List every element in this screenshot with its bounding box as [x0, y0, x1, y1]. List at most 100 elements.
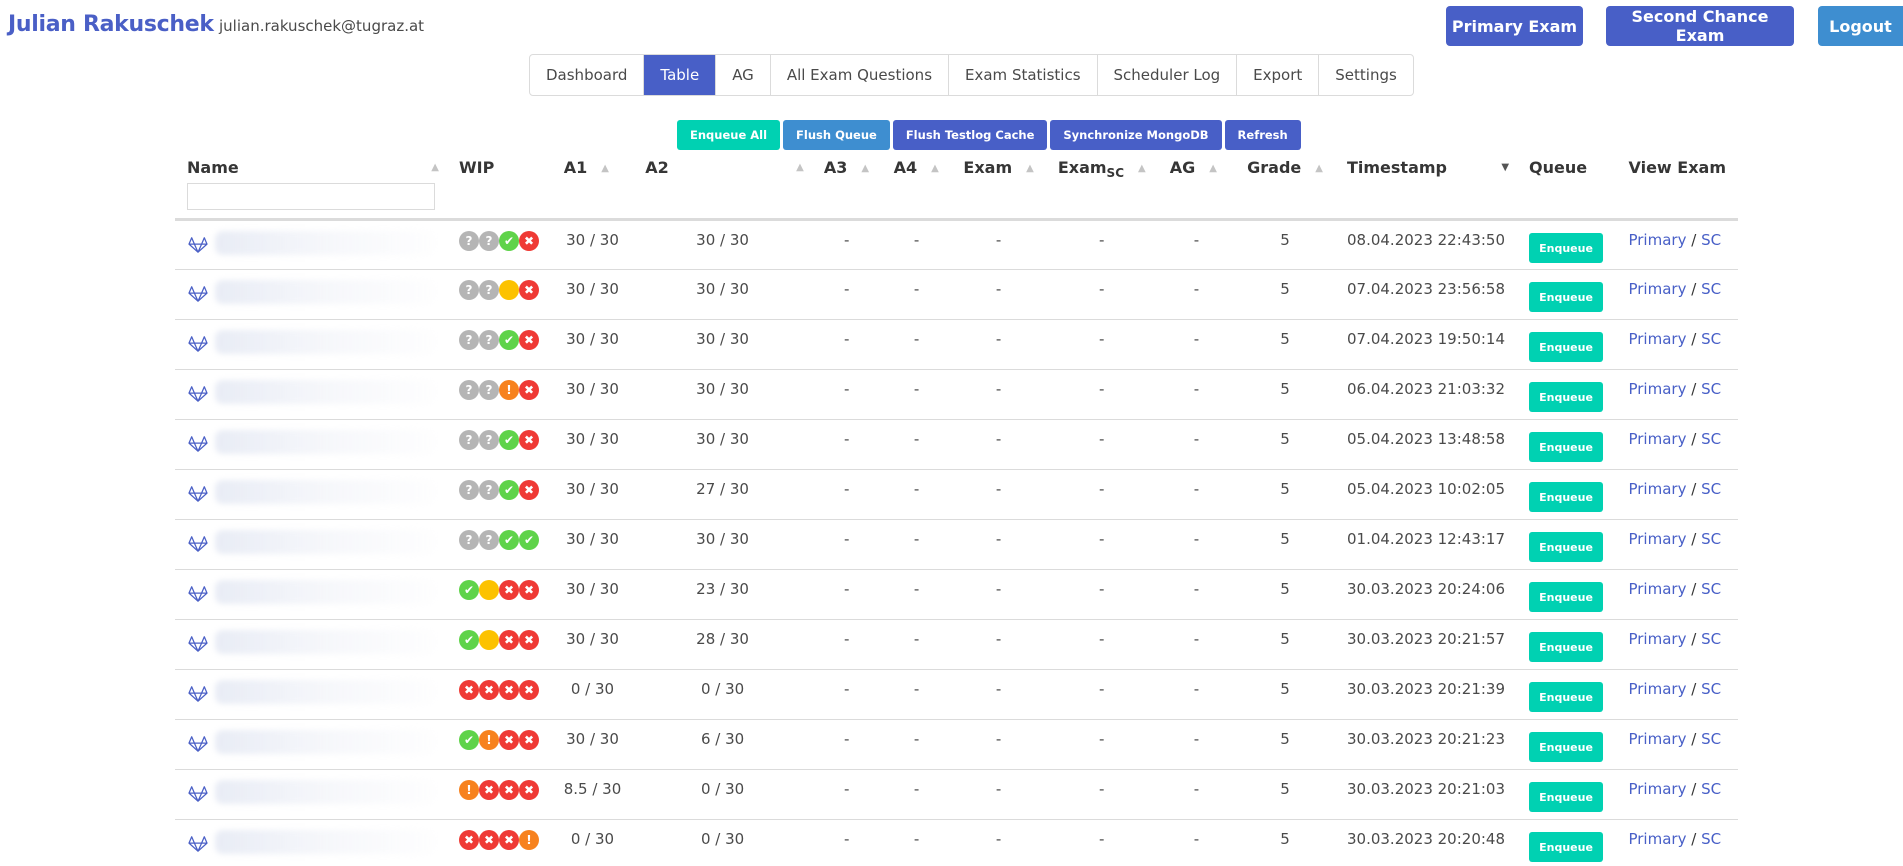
- enqueue-button[interactable]: Enqueue: [1529, 532, 1604, 562]
- view-sc-link[interactable]: SC: [1701, 780, 1721, 798]
- primary-exam-button[interactable]: Primary Exam: [1446, 6, 1583, 46]
- name-filter-input[interactable]: [187, 183, 435, 210]
- sort-asc-icon[interactable]: ▲: [601, 163, 609, 174]
- sort-asc-icon[interactable]: ▲: [796, 162, 804, 173]
- view-primary-link[interactable]: Primary: [1628, 780, 1686, 798]
- refresh-button[interactable]: Refresh: [1224, 120, 1301, 150]
- enqueue-button[interactable]: Enqueue: [1529, 732, 1604, 762]
- view-sc-link[interactable]: SC: [1701, 380, 1721, 398]
- sort-asc-icon[interactable]: ▲: [1209, 163, 1217, 174]
- sort-asc-icon[interactable]: ▲: [1026, 163, 1034, 174]
- enqueue-button[interactable]: Enqueue: [1529, 233, 1604, 263]
- column-header-a3[interactable]: A3 ▲: [811, 148, 882, 221]
- enqueue-button[interactable]: Enqueue: [1529, 832, 1604, 862]
- view-primary-link[interactable]: Primary: [1628, 680, 1686, 698]
- enqueue-button[interactable]: Enqueue: [1529, 282, 1604, 312]
- view-primary-link[interactable]: Primary: [1628, 530, 1686, 548]
- view-exam-cell: Primary / SC: [1616, 669, 1738, 720]
- tab-export[interactable]: Export: [1237, 55, 1320, 95]
- gitlab-icon[interactable]: [187, 535, 209, 553]
- column-header-exam-sc[interactable]: ExamSC ▲: [1045, 148, 1158, 221]
- table-row: ✖ ✖ ✖ ✖ 0 / 30 0 / 30- - - - -5 30.03.2023 20:21:3…: [175, 669, 1738, 720]
- view-primary-link[interactable]: Primary: [1628, 330, 1686, 348]
- view-primary-link[interactable]: Primary: [1628, 830, 1686, 848]
- view-primary-link[interactable]: Primary: [1628, 480, 1686, 498]
- a3-cell: -: [811, 719, 882, 770]
- gitlab-icon[interactable]: [187, 835, 209, 853]
- gitlab-icon[interactable]: [187, 285, 209, 303]
- view-sc-link[interactable]: SC: [1701, 630, 1721, 648]
- view-primary-link[interactable]: Primary: [1628, 380, 1686, 398]
- enqueue-button[interactable]: Enqueue: [1529, 332, 1604, 362]
- column-header-a2[interactable]: A2 ▲: [633, 148, 812, 221]
- view-sc-link[interactable]: SC: [1701, 231, 1721, 249]
- column-header-exam[interactable]: Exam ▲: [951, 148, 1046, 221]
- wip-status-warn-icon: !: [519, 830, 539, 850]
- view-sc-link[interactable]: SC: [1701, 580, 1721, 598]
- column-header-name[interactable]: Name ▲: [175, 148, 447, 221]
- sort-desc-icon[interactable]: ▼: [1501, 162, 1509, 173]
- enqueue-button[interactable]: Enqueue: [1529, 782, 1604, 812]
- flush-testlog-cache-button[interactable]: Flush Testlog Cache: [892, 120, 1048, 150]
- timestamp-cell: 08.04.2023 22:43:50: [1334, 219, 1518, 270]
- gitlab-icon[interactable]: [187, 735, 209, 753]
- tab-all-exam-questions[interactable]: All Exam Questions: [771, 55, 950, 95]
- enqueue-all-button[interactable]: Enqueue All: [677, 120, 781, 150]
- gitlab-icon[interactable]: [187, 335, 209, 353]
- enqueue-button[interactable]: Enqueue: [1529, 582, 1604, 612]
- logout-button[interactable]: Logout: [1818, 6, 1903, 46]
- column-header-timestamp[interactable]: Timestamp ▼: [1334, 148, 1518, 221]
- view-sc-link[interactable]: SC: [1701, 680, 1721, 698]
- tab-ag[interactable]: AG: [716, 55, 771, 95]
- view-sc-link[interactable]: SC: [1701, 280, 1721, 298]
- view-sc-link[interactable]: SC: [1701, 530, 1721, 548]
- view-primary-link[interactable]: Primary: [1628, 630, 1686, 648]
- gitlab-icon[interactable]: [187, 485, 209, 503]
- a2-cell: 0 / 30: [633, 769, 812, 820]
- column-header-ag[interactable]: AG ▲: [1157, 148, 1236, 221]
- view-sc-link[interactable]: SC: [1701, 830, 1721, 848]
- view-primary-link[interactable]: Primary: [1628, 231, 1686, 249]
- view-sc-link[interactable]: SC: [1701, 330, 1721, 348]
- sort-asc-icon[interactable]: ▲: [431, 162, 439, 173]
- gitlab-icon[interactable]: [187, 385, 209, 403]
- view-primary-link[interactable]: Primary: [1628, 430, 1686, 448]
- column-header-a4[interactable]: A4 ▲: [881, 148, 952, 221]
- view-sc-link[interactable]: SC: [1701, 730, 1721, 748]
- second-chance-exam-button[interactable]: Second Chance Exam: [1606, 6, 1794, 46]
- view-sc-link[interactable]: SC: [1701, 480, 1721, 498]
- column-header-grade[interactable]: Grade ▲: [1235, 148, 1335, 221]
- enqueue-button[interactable]: Enqueue: [1529, 432, 1604, 462]
- exam-sc-cell: -: [1045, 369, 1158, 420]
- view-primary-link[interactable]: Primary: [1628, 580, 1686, 598]
- enqueue-button[interactable]: Enqueue: [1529, 482, 1604, 512]
- tab-exam-statistics[interactable]: Exam Statistics: [949, 55, 1098, 95]
- sort-asc-icon[interactable]: ▲: [931, 163, 939, 174]
- view-primary-link[interactable]: Primary: [1628, 730, 1686, 748]
- gitlab-icon[interactable]: [187, 585, 209, 603]
- tab-table[interactable]: Table: [644, 55, 717, 95]
- sort-asc-icon[interactable]: ▲: [861, 163, 869, 174]
- view-primary-link[interactable]: Primary: [1628, 280, 1686, 298]
- column-header-a1[interactable]: A1 ▲: [551, 148, 634, 221]
- tab-settings[interactable]: Settings: [1319, 55, 1413, 95]
- view-sc-link[interactable]: SC: [1701, 430, 1721, 448]
- enqueue-button[interactable]: Enqueue: [1529, 682, 1604, 712]
- tab-scheduler-log[interactable]: Scheduler Log: [1098, 55, 1238, 95]
- gitlab-icon[interactable]: [187, 236, 209, 254]
- wip-status-fail-icon: ✖: [519, 480, 539, 500]
- sort-asc-icon[interactable]: ▲: [1315, 163, 1323, 174]
- flush-queue-button[interactable]: Flush Queue: [783, 120, 890, 150]
- gitlab-icon[interactable]: [187, 685, 209, 703]
- student-name-redacted: [215, 830, 435, 854]
- gitlab-icon[interactable]: [187, 785, 209, 803]
- a2-cell: 0 / 30: [633, 819, 812, 866]
- sort-asc-icon[interactable]: ▲: [1138, 163, 1146, 174]
- synchronize-mongodb-button[interactable]: Synchronize MongoDB: [1050, 120, 1222, 150]
- tab-dashboard[interactable]: Dashboard: [530, 55, 645, 95]
- gitlab-icon[interactable]: [187, 635, 209, 653]
- column-label: Exam: [963, 158, 1013, 177]
- gitlab-icon[interactable]: [187, 435, 209, 453]
- enqueue-button[interactable]: Enqueue: [1529, 382, 1604, 412]
- enqueue-button[interactable]: Enqueue: [1529, 632, 1604, 662]
